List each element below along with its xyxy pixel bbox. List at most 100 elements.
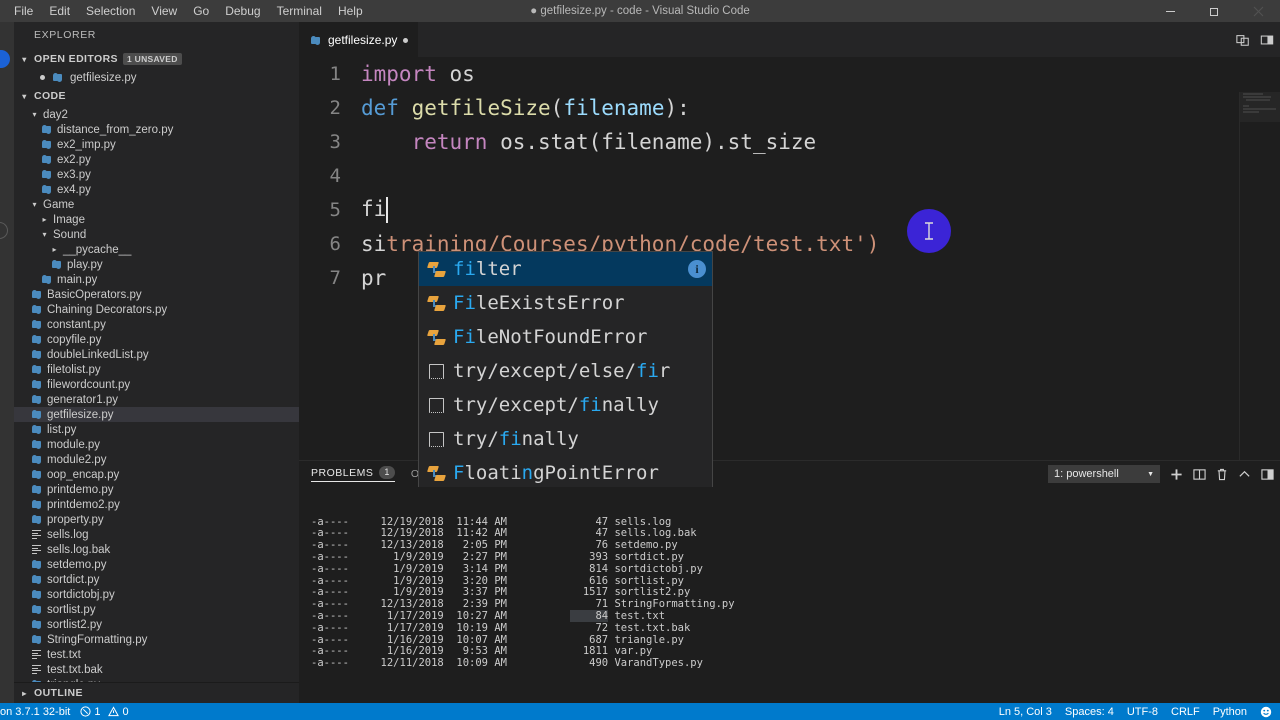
status-python-version[interactable]: on 3.7.1 32-bit: [0, 706, 70, 718]
tree-item[interactable]: property.py: [14, 512, 299, 527]
row-meta: -a---- 1/9/2019 3:14 PM: [311, 562, 571, 575]
tree-item[interactable]: ▾ Sound: [14, 227, 299, 242]
tree-item[interactable]: module.py: [14, 437, 299, 452]
row-meta: -a---- 1/17/2019 10:27 AM: [311, 609, 571, 622]
tree-item[interactable]: StringFormatting.py: [14, 632, 299, 647]
menu-debug[interactable]: Debug: [217, 0, 268, 22]
status-eol[interactable]: CRLF: [1171, 706, 1200, 718]
smiley-icon[interactable]: [1260, 706, 1272, 718]
split-terminal-icon[interactable]: [1193, 468, 1206, 481]
tree-item[interactable]: ▸ __pycache__: [14, 242, 299, 257]
menu-go[interactable]: Go: [185, 0, 217, 22]
minimap[interactable]: [1240, 92, 1280, 487]
suggestion-info-icon[interactable]: i: [688, 260, 706, 278]
tree-item[interactable]: setdemo.py: [14, 557, 299, 572]
code-line[interactable]: 2 def getfileSize(filename):: [299, 91, 1280, 125]
tree-item[interactable]: play.py: [14, 257, 299, 272]
tree-item[interactable]: test.txt.bak: [14, 662, 299, 677]
file-name: test.txt.bak: [608, 621, 691, 634]
tree-item[interactable]: doubleLinkedList.py: [14, 347, 299, 362]
code-line[interactable]: 3 return os.stat(filename).st_size: [299, 125, 1280, 159]
tree-item[interactable]: sells.log: [14, 527, 299, 542]
file-name: test.txt: [608, 609, 666, 622]
tree-item[interactable]: constant.py: [14, 317, 299, 332]
menu-file[interactable]: File: [6, 0, 41, 22]
status-indentation[interactable]: Spaces: 4: [1065, 706, 1114, 718]
tree-item[interactable]: getfilesize.py: [14, 407, 299, 422]
tab-getfilesize-py[interactable]: getfilesize.py: [299, 22, 419, 57]
tree-item[interactable]: ex4.py: [14, 182, 299, 197]
tree-item[interactable]: test.txt: [14, 647, 299, 662]
tree-item[interactable]: copyfile.py: [14, 332, 299, 347]
suggestion-item[interactable]: try/except/else/fir: [419, 354, 712, 388]
tree-item[interactable]: Chaining Decorators.py: [14, 302, 299, 317]
suggestion-item[interactable]: try/except/finally: [419, 388, 712, 422]
tree-item-label: test.txt.bak: [47, 663, 103, 676]
file-size: 616: [570, 574, 609, 587]
section-open-editors[interactable]: ▾ OPEN EDITORS 1 UNSAVED: [14, 48, 299, 70]
suggestion-item[interactable]: FloatingPointError: [419, 456, 712, 487]
tree-item[interactable]: ▾ Game: [14, 197, 299, 212]
code-line[interactable]: 1 import os: [299, 57, 1280, 91]
kill-terminal-icon[interactable]: [1216, 468, 1228, 481]
tree-item[interactable]: sortlist.py: [14, 602, 299, 617]
tree-item[interactable]: ▾ day2: [14, 107, 299, 122]
keyword-icon: [425, 296, 447, 311]
tree-item[interactable]: list.py: [14, 422, 299, 437]
suggestion-item[interactable]: filter i: [419, 252, 712, 286]
menu-selection[interactable]: Selection: [78, 0, 143, 22]
suggestion-item[interactable]: FileExistsError: [419, 286, 712, 320]
new-terminal-icon[interactable]: [1170, 468, 1183, 481]
suggestion-widget[interactable]: filter i FileExistsError FileNotFoundError t…: [418, 251, 713, 487]
tree-item[interactable]: module2.py: [14, 452, 299, 467]
tree-item[interactable]: oop_encap.py: [14, 467, 299, 482]
maximize-panel-icon[interactable]: [1261, 468, 1274, 481]
tree-item[interactable]: ex2.py: [14, 152, 299, 167]
code-editor[interactable]: 1 import os 2 def getfileSize(filename): 3 r…: [299, 57, 1280, 487]
toggle-panel-icon[interactable]: [1260, 33, 1274, 47]
tree-item[interactable]: printdemo2.py: [14, 497, 299, 512]
tree-item[interactable]: BasicOperators.py: [14, 287, 299, 302]
suggestion-item[interactable]: try/finally: [419, 422, 712, 456]
menu-help[interactable]: Help: [330, 0, 371, 22]
minimize-icon[interactable]: [1148, 0, 1192, 22]
tree-item[interactable]: sortdictobj.py: [14, 587, 299, 602]
terminal-selector[interactable]: 1: powershell ▼: [1048, 465, 1160, 483]
split-editor-icon[interactable]: [1236, 33, 1250, 47]
status-encoding[interactable]: UTF-8: [1127, 706, 1158, 718]
tree-item[interactable]: ex2_imp.py: [14, 137, 299, 152]
tree-item[interactable]: main.py: [14, 272, 299, 287]
activity-badge-explorer[interactable]: [0, 50, 10, 68]
section-outline[interactable]: ▸ OUTLINE: [14, 682, 299, 703]
tree-item[interactable]: sells.log.bak: [14, 542, 299, 557]
tree-item[interactable]: filewordcount.py: [14, 377, 299, 392]
code-line[interactable]: 4: [299, 159, 1280, 193]
status-cursor-position[interactable]: Ln 5, Col 3: [999, 706, 1052, 718]
panel-tab-problems[interactable]: PROBLEMS 1: [311, 466, 395, 482]
close-icon[interactable]: [1236, 0, 1280, 22]
tree-item[interactable]: ex3.py: [14, 167, 299, 182]
section-code[interactable]: ▾ CODE: [14, 85, 299, 107]
tree-item[interactable]: sortlist2.py: [14, 617, 299, 632]
terminal-output[interactable]: -a---- 12/19/2018 11:44 AM 47 sells.log -…: [299, 487, 1280, 704]
tree-item[interactable]: printdemo.py: [14, 482, 299, 497]
menu-edit[interactable]: Edit: [41, 0, 78, 22]
tree-item[interactable]: generator1.py: [14, 392, 299, 407]
tree-item[interactable]: distance_from_zero.py: [14, 122, 299, 137]
tree-item[interactable]: ▸ Image: [14, 212, 299, 227]
window-controls: [1148, 0, 1280, 22]
suggestion-item[interactable]: FileNotFoundError: [419, 320, 712, 354]
status-language-mode[interactable]: Python: [1213, 706, 1247, 718]
menu-view[interactable]: View: [143, 0, 185, 22]
chevron-up-icon[interactable]: [1238, 468, 1251, 481]
editor-scrollbar[interactable]: [1239, 92, 1240, 487]
open-editor-item[interactable]: getfilesize.py: [14, 70, 299, 85]
tree-item[interactable]: sortdict.py: [14, 572, 299, 587]
tab-dirty-icon[interactable]: [403, 37, 409, 43]
maximize-icon[interactable]: [1192, 0, 1236, 22]
code-line[interactable]: 5 fi: [299, 193, 1280, 227]
status-problems[interactable]: 1 0: [80, 706, 129, 718]
tree-item[interactable]: filetolist.py: [14, 362, 299, 377]
activity-icon-extensions[interactable]: [0, 222, 8, 239]
menu-terminal[interactable]: Terminal: [269, 0, 330, 22]
